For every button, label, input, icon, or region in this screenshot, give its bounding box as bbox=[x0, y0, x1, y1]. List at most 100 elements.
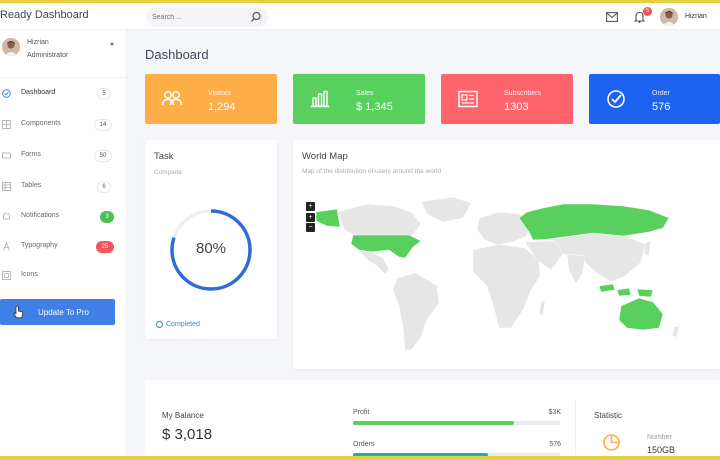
progress-label-profit: Profit bbox=[353, 409, 370, 416]
stat-label: Visitors bbox=[208, 90, 231, 97]
count-badge: 5 bbox=[97, 88, 111, 100]
card-title: Task bbox=[154, 151, 174, 162]
map-region-indonesia-1 bbox=[598, 283, 616, 293]
sidebar-item-label: Dashboard bbox=[21, 89, 56, 96]
bottom-border bbox=[0, 456, 720, 460]
pie-chart-icon bbox=[603, 434, 620, 451]
stat-label: Subscribers bbox=[504, 90, 541, 97]
map-region-japan bbox=[643, 240, 652, 257]
progress-percent: 80% bbox=[195, 240, 227, 257]
statistic-title: Statistic bbox=[594, 411, 623, 420]
sidebar-item-label: Components bbox=[21, 120, 61, 127]
map-region-usa bbox=[350, 234, 422, 259]
sidebar-item-notifications[interactable]: Notifications 3 bbox=[0, 207, 127, 227]
stat-card-subscribers[interactable]: Subscribers 1303 bbox=[441, 74, 573, 124]
icons-icon bbox=[2, 271, 11, 280]
balance-value: $ 3,018 bbox=[162, 426, 213, 443]
sidebar-item-components[interactable]: Components 14 bbox=[0, 115, 127, 135]
zoom-out-button[interactable]: − bbox=[306, 223, 315, 232]
progress-value-profit: $3K bbox=[548, 409, 561, 416]
sidebar-item-label: Tables bbox=[21, 182, 42, 189]
update-button-label: Update To Pro bbox=[38, 308, 89, 317]
stat-card-order[interactable]: Order 576 bbox=[589, 74, 720, 124]
legend-marker bbox=[156, 321, 163, 328]
zoom-in-button[interactable]: + bbox=[306, 213, 315, 222]
avatar[interactable] bbox=[660, 8, 678, 26]
statistic-number-value: 150GB bbox=[647, 445, 676, 455]
stat-value: 576 bbox=[652, 101, 671, 113]
type-icon bbox=[3, 242, 10, 251]
statistic-number-label: Number bbox=[647, 434, 672, 441]
chevron-down-icon[interactable] bbox=[110, 43, 114, 46]
users-icon bbox=[161, 91, 183, 106]
map-region-new-zealand bbox=[671, 325, 680, 338]
bell-icon bbox=[3, 212, 10, 220]
stat-value: 1303 bbox=[504, 101, 529, 113]
stat-value: 1,294 bbox=[208, 101, 236, 113]
world-map[interactable] bbox=[293, 140, 720, 369]
sidebar-item-tables[interactable]: Tables 6 bbox=[0, 177, 127, 197]
search-box[interactable] bbox=[146, 7, 268, 27]
progress-value-orders: 576 bbox=[549, 441, 561, 448]
sidebar-item-icons[interactable]: Icons bbox=[0, 266, 127, 286]
form-icon bbox=[2, 152, 11, 159]
sidebar-user-name[interactable]: Hizrian bbox=[27, 39, 49, 46]
sidebar-user-role: Administrator bbox=[27, 52, 69, 59]
notification-badge: 5 bbox=[643, 7, 652, 16]
stat-card-visitors[interactable]: Visitors 1,294 bbox=[145, 74, 277, 124]
search-icon[interactable] bbox=[250, 11, 262, 23]
bar-chart-icon bbox=[311, 90, 329, 108]
balance-card: My Balance $ 3,018 Profit $3K Orders 576… bbox=[145, 380, 720, 460]
mail-icon[interactable] bbox=[606, 12, 618, 22]
header-user-name[interactable]: Hizrian bbox=[685, 13, 707, 20]
map-region-south-america bbox=[392, 272, 440, 351]
sidebar-item-dashboard[interactable]: Dashboard 5 bbox=[0, 84, 127, 104]
map-region-mexico bbox=[358, 249, 390, 275]
sidebar-item-typography[interactable]: Typography 25 bbox=[0, 237, 127, 257]
map-region-indonesia-2 bbox=[616, 287, 632, 297]
zoom-in-button[interactable]: + bbox=[306, 202, 315, 211]
map-region-greenland bbox=[420, 196, 472, 223]
top-border bbox=[0, 0, 720, 3]
map-region-new-guinea bbox=[636, 288, 654, 298]
divider bbox=[575, 400, 576, 460]
map-region-canada bbox=[336, 203, 422, 238]
card-subtitle: Complete bbox=[154, 169, 182, 176]
newspaper-icon bbox=[458, 90, 478, 108]
hand-pointer-icon bbox=[13, 305, 24, 319]
count-badge: 3 bbox=[100, 211, 114, 223]
search-input[interactable] bbox=[152, 10, 247, 24]
sidebar-item-label: Typography bbox=[21, 242, 58, 249]
legend-label: Completed bbox=[166, 321, 200, 328]
map-region-madagascar bbox=[538, 299, 546, 317]
count-badge: 25 bbox=[96, 241, 114, 253]
update-to-pro-button[interactable]: Update To Pro bbox=[0, 299, 115, 325]
stat-value: $ 1,345 bbox=[356, 101, 393, 113]
table-icon bbox=[2, 182, 11, 191]
stat-label: Sales bbox=[356, 90, 374, 97]
progress-label-orders: Orders bbox=[353, 441, 375, 448]
map-region-africa bbox=[472, 243, 541, 329]
count-badge: 50 bbox=[94, 150, 112, 162]
count-badge: 6 bbox=[97, 181, 111, 193]
grid-icon bbox=[2, 120, 11, 129]
world-map-card: World Map Map of the distribution of use… bbox=[293, 140, 720, 369]
app-title: Ready Dashboard bbox=[0, 9, 89, 21]
sidebar-item-forms[interactable]: Forms 50 bbox=[0, 146, 127, 166]
task-card: Task Complete 80% Completed bbox=[145, 140, 277, 339]
count-badge: 14 bbox=[94, 119, 112, 131]
sidebar-item-label: Forms bbox=[21, 151, 41, 158]
stat-card-sales[interactable]: Sales $ 1,345 bbox=[293, 74, 425, 124]
page-title: Dashboard bbox=[145, 47, 209, 62]
home-icon bbox=[2, 89, 11, 98]
stat-label: Order bbox=[652, 90, 670, 97]
avatar bbox=[2, 38, 20, 56]
sidebar-item-label: Icons bbox=[21, 271, 38, 278]
map-region-australia bbox=[618, 297, 664, 331]
sidebar: Hizrian Administrator Dashboard 5 Compon… bbox=[0, 30, 127, 460]
balance-label: My Balance bbox=[162, 411, 204, 420]
check-circle-icon bbox=[607, 90, 625, 108]
progress-track-profit bbox=[353, 421, 560, 425]
map-region-alaska bbox=[315, 208, 341, 228]
header: Ready Dashboard 5 Hizrian bbox=[0, 3, 720, 30]
